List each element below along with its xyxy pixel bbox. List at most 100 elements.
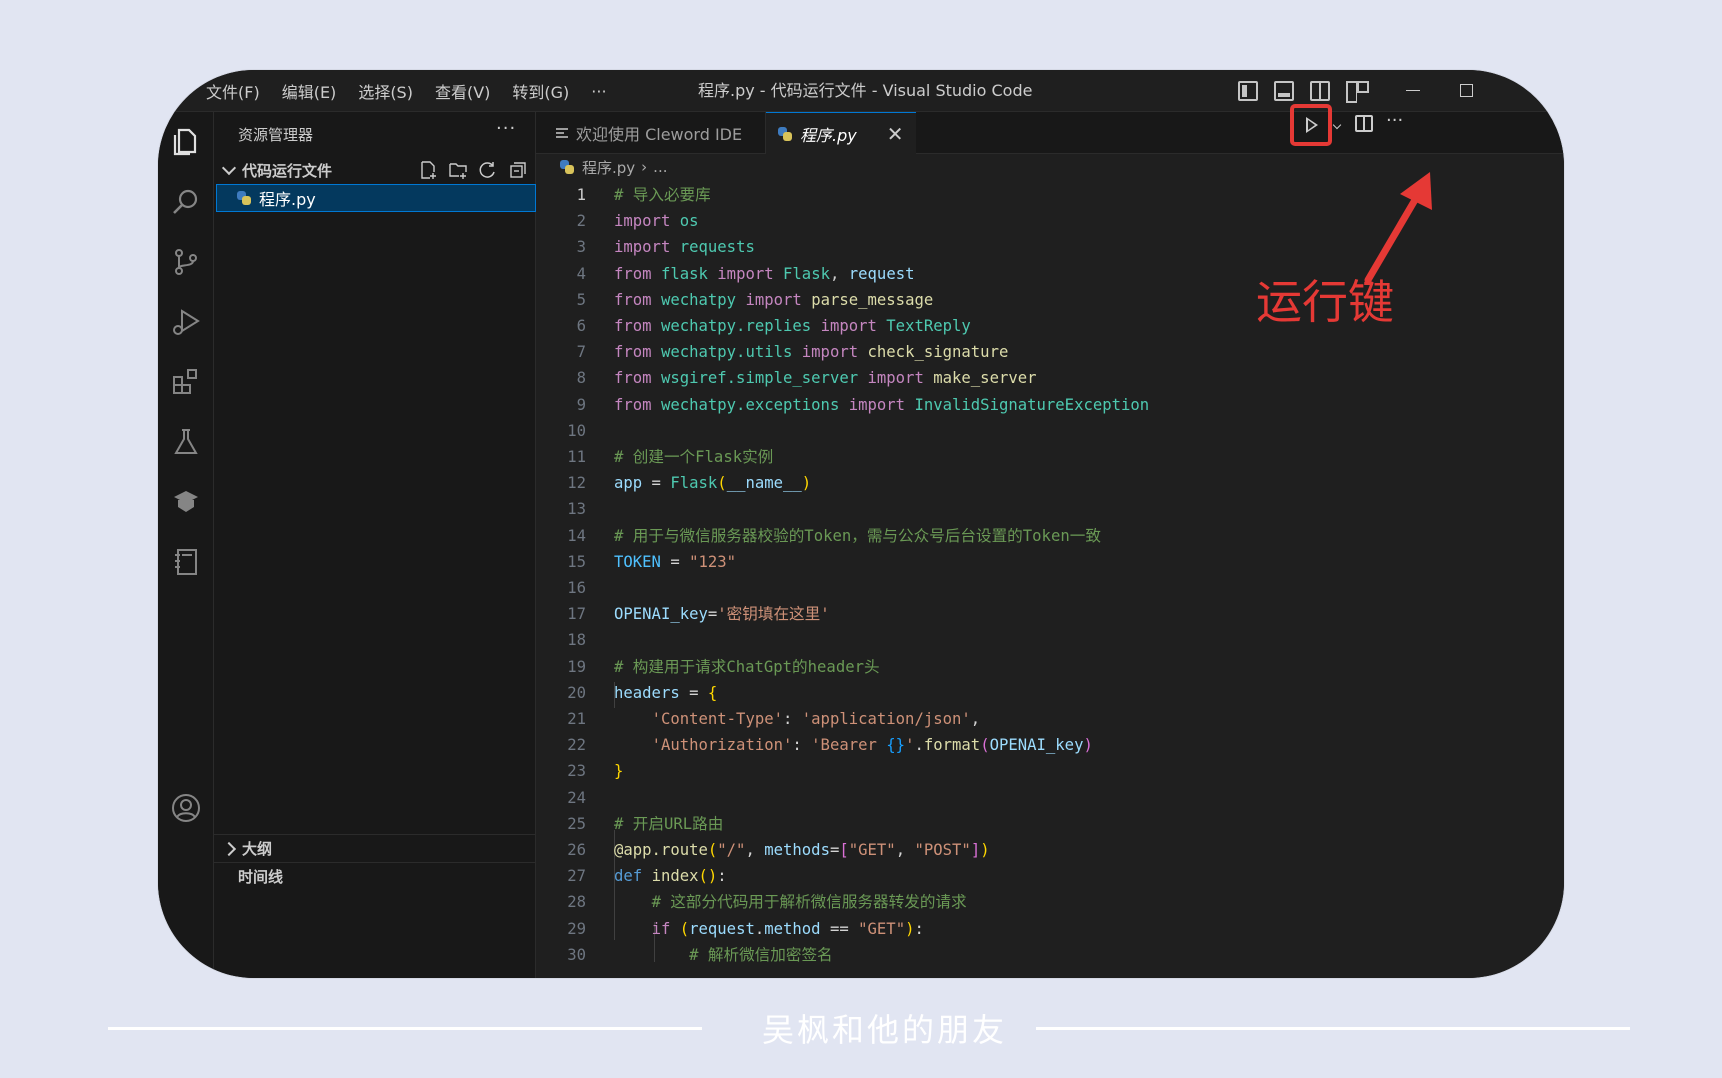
code-token: : (717, 867, 727, 886)
tab-active-file[interactable]: 程序.py ✕ (766, 112, 916, 154)
toggle-secondary-sidebar-icon[interactable] (1310, 81, 1330, 101)
line-number: 7 (576, 343, 586, 362)
file-item-selected[interactable]: 程序.py (216, 184, 536, 212)
menu-view[interactable]: 查看(V) (435, 79, 490, 103)
timeline-section[interactable]: 时间线 (214, 862, 535, 890)
code-token: ) (801, 474, 812, 493)
new-file-icon[interactable] (418, 160, 438, 180)
editor-more-button[interactable]: ··· (1386, 110, 1403, 131)
code-token: TOKEN (614, 552, 661, 571)
menu-more[interactable]: ··· (591, 82, 606, 101)
code-token: ( (980, 736, 990, 755)
code-text: @app.route("/", methods=["GET", "POST"]) (614, 837, 990, 863)
breadcrumb-file[interactable]: 程序.py (582, 157, 635, 178)
customize-layout-icon[interactable] (1346, 81, 1369, 103)
code-token: "123" (689, 552, 737, 571)
toggle-primary-sidebar-icon[interactable] (1238, 81, 1258, 101)
menu-go[interactable]: 转到(G) (512, 79, 569, 103)
code-token: from (614, 343, 652, 362)
explorer-icon[interactable] (170, 126, 202, 158)
code-token: __name__ (726, 474, 802, 493)
code-text: 'Content-Type': 'application/json', (614, 706, 981, 732)
learning-icon[interactable] (170, 486, 202, 518)
code-token: ( (717, 474, 727, 493)
code-token: requests (679, 238, 755, 257)
minimize-icon[interactable] (1406, 90, 1420, 91)
tab-welcome[interactable]: 欢迎使用 Cleword IDE (536, 112, 766, 154)
code-text: import requests (614, 234, 755, 260)
new-folder-icon[interactable] (448, 160, 468, 180)
line-number: 1 (576, 186, 586, 204)
code-text: # 构建用于请求ChatGpt的header头 (614, 654, 880, 680)
code-token: from (614, 290, 652, 309)
code-token: 'Bearer (811, 736, 887, 755)
line-number: 6 (576, 317, 586, 335)
code-token: # 导入必要库 (614, 186, 711, 204)
code-token: import (848, 395, 906, 414)
window-title: 程序.py - 代码运行文件 - Visual Studio Code (698, 81, 1033, 100)
preview-icon (556, 128, 568, 138)
code-editor[interactable]: 1 # 导入必要库 2 import os 3 import requests 4 from … (536, 180, 1564, 978)
code-token: import (717, 264, 774, 283)
menu-edit[interactable]: 编辑(E) (282, 79, 337, 103)
breadcrumb-separator: › (641, 158, 648, 176)
code-token: def (614, 867, 643, 886)
maximize-icon[interactable] (1460, 84, 1473, 97)
search-icon[interactable] (170, 186, 202, 218)
refresh-icon[interactable] (478, 160, 498, 180)
extensions-icon[interactable] (170, 366, 202, 398)
outline-section[interactable]: 大纲 (214, 834, 535, 862)
python-file-icon (778, 126, 792, 141)
collapse-all-icon[interactable] (508, 160, 528, 180)
menu-file[interactable]: 文件(F) (206, 79, 260, 103)
code-token: Flask (670, 474, 718, 493)
explorer-more-button[interactable]: ··· (496, 118, 516, 139)
code-token: ( (707, 841, 718, 859)
code-text: from wechatpy import parse_message (614, 287, 933, 313)
code-token: app (614, 474, 643, 493)
footer-divider-right (1036, 1027, 1630, 1030)
code-token: format (923, 736, 981, 755)
tab-active-label: 程序.py (800, 125, 857, 145)
run-debug-icon[interactable] (170, 306, 202, 338)
footer-watermark: 吴枫和他的朋友 (762, 1011, 1008, 1049)
code-token: "/" (717, 841, 746, 859)
menu-selection[interactable]: 选择(S) (358, 79, 413, 103)
close-icon[interactable]: ✕ (887, 122, 904, 146)
code-token: 'application/json' (801, 710, 971, 728)
code-token: import (614, 212, 671, 231)
code-text: from wsgiref.simple_server import make_s… (614, 365, 1037, 391)
line-number: 16 (567, 579, 586, 597)
code-token: wechatpy.exceptions (660, 395, 840, 414)
line-number: 10 (567, 421, 586, 440)
code-text: if (request.method == "GET"): (614, 916, 924, 942)
line-number: 21 (567, 710, 586, 728)
code-text: # 解析微信加密签名 (614, 942, 833, 968)
toggle-panel-icon[interactable] (1274, 81, 1294, 101)
split-editor-icon[interactable] (1355, 115, 1373, 132)
code-text: def index(): (614, 863, 727, 889)
testing-icon[interactable] (170, 426, 202, 458)
code-token: 'Authorization' (651, 736, 793, 755)
source-control-icon[interactable] (170, 246, 202, 278)
account-icon[interactable] (170, 792, 202, 824)
run-button[interactable] (1290, 104, 1332, 146)
code-token: . (754, 919, 765, 938)
breadcrumb-symbol[interactable]: ... (653, 158, 667, 176)
notebook-icon[interactable] (170, 546, 202, 578)
line-number: 9 (576, 395, 586, 414)
code-token: () (698, 867, 718, 886)
code-token: [ (839, 841, 849, 859)
